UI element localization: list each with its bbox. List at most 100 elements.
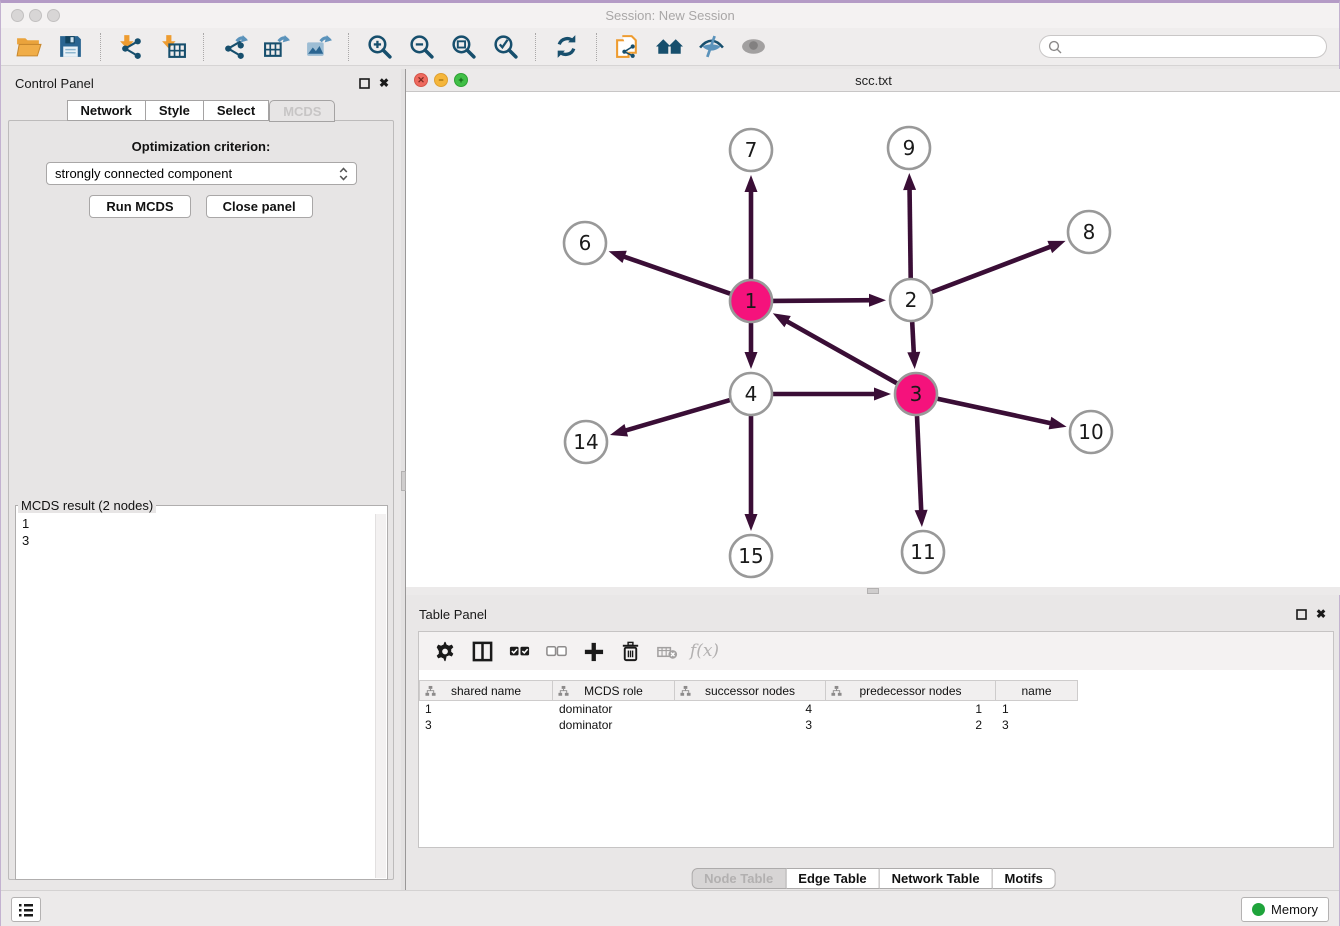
tab-motifs[interactable]: Motifs [993, 868, 1056, 889]
float-panel-icon[interactable] [359, 78, 370, 89]
node-table-container: f(x) shared nameMCDS rolesuccessor nodes… [418, 631, 1334, 848]
arrowhead-icon [745, 175, 758, 192]
open-button[interactable] [10, 31, 46, 63]
graph-edge-2-8[interactable] [932, 241, 1066, 292]
tab-node-table[interactable]: Node Table [691, 868, 786, 889]
graph-node-9[interactable]: 9 [888, 127, 930, 169]
svg-text:1: 1 [745, 289, 758, 313]
graph-node-14[interactable]: 14 [565, 421, 607, 463]
mcds-result-text[interactable]: 1 3 [18, 513, 373, 877]
import-table-button[interactable] [155, 31, 191, 63]
memory-status-icon [1252, 903, 1265, 916]
horizontal-splitter[interactable] [406, 587, 1340, 595]
float-window-icon [1296, 609, 1307, 620]
table-toolbar: f(x) [419, 632, 1333, 670]
network-window-title: scc.txt [406, 73, 1340, 88]
export-network-button[interactable] [216, 31, 252, 63]
save-button[interactable] [52, 31, 88, 63]
graph-node-6[interactable]: 6 [564, 222, 606, 264]
tab-network-table[interactable]: Network Table [880, 868, 993, 889]
graph-node-4[interactable]: 4 [730, 373, 772, 415]
graph-edge-3-1[interactable] [773, 313, 897, 383]
horizontal-splitter-grip[interactable] [867, 588, 879, 594]
graph-node-8[interactable]: 8 [1068, 211, 1110, 253]
graph-edge-3-10[interactable] [938, 399, 1067, 430]
hide-panels-button[interactable] [693, 31, 729, 63]
network-window-titlebar: ✕ − + scc.txt [406, 69, 1340, 92]
export-image-button[interactable] [300, 31, 336, 63]
function-builder-button: f(x) [686, 635, 723, 667]
zoom-fit-button[interactable] [445, 31, 481, 63]
column-header-predecessor-nodes[interactable]: predecessor nodes [826, 680, 996, 701]
graph-edge-1-7[interactable] [745, 175, 758, 279]
column-header-successor-nodes[interactable]: successor nodes [675, 680, 826, 701]
close-panel-button[interactable]: Close panel [206, 195, 313, 218]
arrowhead-icon [1049, 417, 1067, 430]
table-row-1[interactable]: 1dominator411 [419, 701, 1078, 717]
zoom-selected-icon [492, 33, 519, 60]
network-canvas[interactable]: 1 2 3 4 6 7 8 9 10 11 14 15 [406, 92, 1340, 587]
graph-edge-1-6[interactable] [609, 251, 731, 294]
optimization-criterion-label: Optimization criterion: [9, 139, 393, 154]
select-all-button[interactable] [501, 635, 538, 667]
search-input[interactable] [1067, 40, 1326, 54]
export-table-icon [263, 33, 290, 60]
graph-node-1[interactable]: 1 [730, 280, 772, 322]
zoom-out-button[interactable] [403, 31, 439, 63]
graph-edge-2-9[interactable] [903, 173, 916, 278]
graph-node-15[interactable]: 15 [730, 535, 772, 577]
graph-edge-1-4[interactable] [745, 323, 758, 369]
table-row-2[interactable]: 3dominator323 [419, 717, 1078, 733]
control-panel: Control Panel ✖ NetworkStyleSelectMCDS O… [1, 69, 401, 893]
column-header-MCDS-role[interactable]: MCDS role [553, 680, 675, 701]
graph-edge-2-3[interactable] [907, 322, 920, 369]
tab-mcds[interactable]: MCDS [269, 100, 335, 122]
column-header-shared-name[interactable]: shared name [419, 680, 553, 701]
graph-node-7[interactable]: 7 [730, 129, 772, 171]
tab-edge-table[interactable]: Edge Table [786, 868, 879, 889]
close-panel-icon[interactable]: ✖ [379, 77, 389, 89]
deselect-all-button[interactable] [538, 635, 575, 667]
add-row-button[interactable] [575, 635, 612, 667]
graph-edge-4-15[interactable] [745, 416, 758, 531]
show-panels-icon [740, 33, 767, 60]
zoom-in-button[interactable] [361, 31, 397, 63]
task-history-button[interactable] [11, 897, 41, 922]
tab-style[interactable]: Style [146, 100, 204, 121]
graph-edge-3-11[interactable] [915, 416, 928, 527]
arrowhead-icon [907, 352, 920, 369]
close-table-panel-icon[interactable]: ✖ [1316, 608, 1326, 620]
delete-table-button [649, 635, 686, 667]
tab-select[interactable]: Select [204, 100, 269, 121]
gear-button[interactable] [427, 635, 464, 667]
clone-network-button[interactable] [609, 31, 645, 63]
graph-node-2[interactable]: 2 [890, 279, 932, 321]
home-button[interactable] [651, 31, 687, 63]
export-table-button[interactable] [258, 31, 294, 63]
result-scrollbar[interactable] [375, 514, 386, 878]
zoom-selected-button[interactable] [487, 31, 523, 63]
columns-button[interactable] [464, 635, 501, 667]
criterion-select[interactable]: strongly connected component [46, 162, 357, 185]
graph-node-3[interactable]: 3 [895, 373, 937, 415]
table-panel-title: Table Panel [419, 607, 487, 622]
arrowhead-icon [874, 388, 891, 401]
tab-network[interactable]: Network [67, 100, 146, 121]
columns-icon [471, 640, 494, 663]
hide-panels-icon [698, 33, 725, 60]
arrowhead-icon [903, 173, 916, 190]
import-network-button[interactable] [113, 31, 149, 63]
float-table-panel-icon[interactable] [1296, 609, 1307, 620]
graph-edge-1-2[interactable] [773, 294, 886, 307]
refresh-layout-button[interactable] [548, 31, 584, 63]
memory-button[interactable]: Memory [1241, 897, 1329, 922]
column-header-name[interactable]: name [996, 680, 1078, 701]
graph-node-11[interactable]: 11 [902, 531, 944, 573]
status-bar: Memory [1, 890, 1339, 926]
graph-edge-4-3[interactable] [773, 388, 891, 401]
toolbar-icon-groups [7, 31, 774, 63]
run-mcds-button[interactable]: Run MCDS [89, 195, 190, 218]
graph-edge-4-14[interactable] [610, 400, 730, 436]
graph-node-10[interactable]: 10 [1070, 411, 1112, 453]
delete-row-button[interactable] [612, 635, 649, 667]
